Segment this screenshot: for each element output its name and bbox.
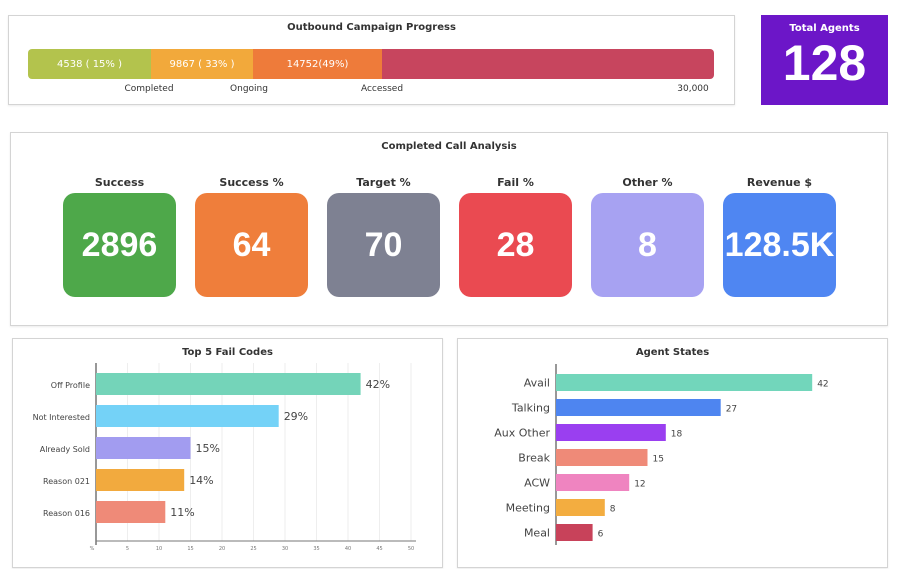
completed-label: Completed [124, 84, 174, 94]
agent-states-panel: Agent States Avail 42 Talking 27 Aux Other 18… [457, 338, 888, 568]
tile-label: Success % [219, 176, 284, 189]
bar [556, 399, 721, 416]
total-agents-card: Total Agents 128 [761, 15, 888, 105]
data-label: 15% [196, 442, 220, 455]
accessed-segment: 14752(49%) [253, 49, 382, 79]
category-label: Avail [524, 377, 550, 390]
x-tick-label: 10 [156, 546, 162, 552]
metric-tile: 8 [591, 193, 704, 297]
metric-tile: 128.5K [723, 193, 836, 297]
category-label: ACW [524, 477, 550, 490]
x-tick-label: 5 [126, 546, 129, 552]
bar [556, 424, 666, 441]
x-tick-label: 45 [376, 546, 382, 552]
remaining-segment [382, 49, 714, 79]
fail-codes-panel: Top 5 Fail Codes Off Profile 42% Not Inter… [12, 338, 443, 568]
bar [96, 405, 279, 427]
bar [556, 499, 605, 516]
data-label: 42% [366, 378, 390, 391]
x-tick-label: 40 [345, 546, 351, 552]
bar [96, 469, 185, 491]
category-label: Meeting [506, 502, 550, 515]
bar [96, 501, 166, 523]
x-tick-label: 25 [250, 546, 256, 552]
total-agents-title: Total Agents [789, 23, 860, 34]
ongoing-label: Ongoing [230, 84, 268, 94]
tile-label: Revenue $ [746, 176, 813, 189]
completed-call-analysis-panel: Completed Call Analysis Success 2896 Succe… [10, 132, 888, 326]
bar [556, 449, 648, 466]
data-label: 14% [189, 474, 213, 487]
bar [96, 437, 191, 459]
data-label: 8 [610, 505, 616, 515]
bar [556, 524, 593, 541]
total-agents-value: 128 [782, 35, 867, 91]
category-label: Reason 016 [43, 509, 90, 518]
bar [556, 374, 813, 391]
category-label: Off Profile [51, 381, 90, 390]
category-label: Reason 021 [43, 477, 90, 486]
bar [556, 474, 630, 491]
agent-states-chart: Avail 42 Talking 27 Aux Other 18 Break 15 ACW 12 M… [494, 364, 829, 545]
category-label: Talking [511, 402, 550, 415]
metric-tile: 64 [195, 193, 308, 297]
x-tick-label: 35 [313, 546, 319, 552]
x-tick-label: 20 [219, 546, 225, 552]
x-tick-label: 50 [408, 546, 414, 552]
metric-tile: 2896 [63, 193, 176, 297]
x-tick-label: % [90, 546, 95, 552]
tile-label: Fail % [497, 176, 534, 189]
category-label: Aux Other [494, 427, 550, 440]
panel-title: Completed Call Analysis [381, 141, 517, 152]
panel-title: Outbound Campaign Progress [287, 22, 456, 33]
total-label: 30,000 [677, 84, 709, 94]
data-label: 11% [170, 506, 194, 519]
campaign-progress-panel: Outbound Campaign Progress 4538 ( 15% ) … [8, 15, 735, 105]
data-label: 27 [726, 405, 737, 415]
data-label: 18 [671, 430, 683, 440]
x-tick-label: 30 [282, 546, 288, 552]
data-label: 29% [284, 410, 308, 423]
bar [96, 373, 361, 395]
metric-tile: 70 [327, 193, 440, 297]
data-label: 6 [598, 530, 604, 540]
tile-label: Target % [356, 176, 411, 189]
data-label: 15 [653, 455, 664, 465]
ongoing-segment: 9867 ( 33% ) [151, 49, 253, 79]
category-label: Break [518, 452, 550, 465]
category-label: Meal [524, 527, 550, 540]
tile-label: Success [94, 176, 145, 189]
metric-tile: 28 [459, 193, 572, 297]
category-label: Not Interested [33, 413, 90, 422]
data-label: 12 [634, 480, 645, 490]
fail-codes-chart: Off Profile 42% Not Interested 29% Already S… [33, 363, 416, 552]
progress-bar: 4538 ( 15% ) 9867 ( 33% ) 14752(49%) [28, 49, 714, 79]
x-tick-label: 15 [187, 546, 193, 552]
category-label: Already Sold [40, 445, 90, 454]
completed-segment: 4538 ( 15% ) [28, 49, 151, 79]
accessed-label: Accessed [360, 84, 404, 94]
tile-label: Other % [622, 176, 673, 189]
data-label: 42 [817, 380, 828, 390]
